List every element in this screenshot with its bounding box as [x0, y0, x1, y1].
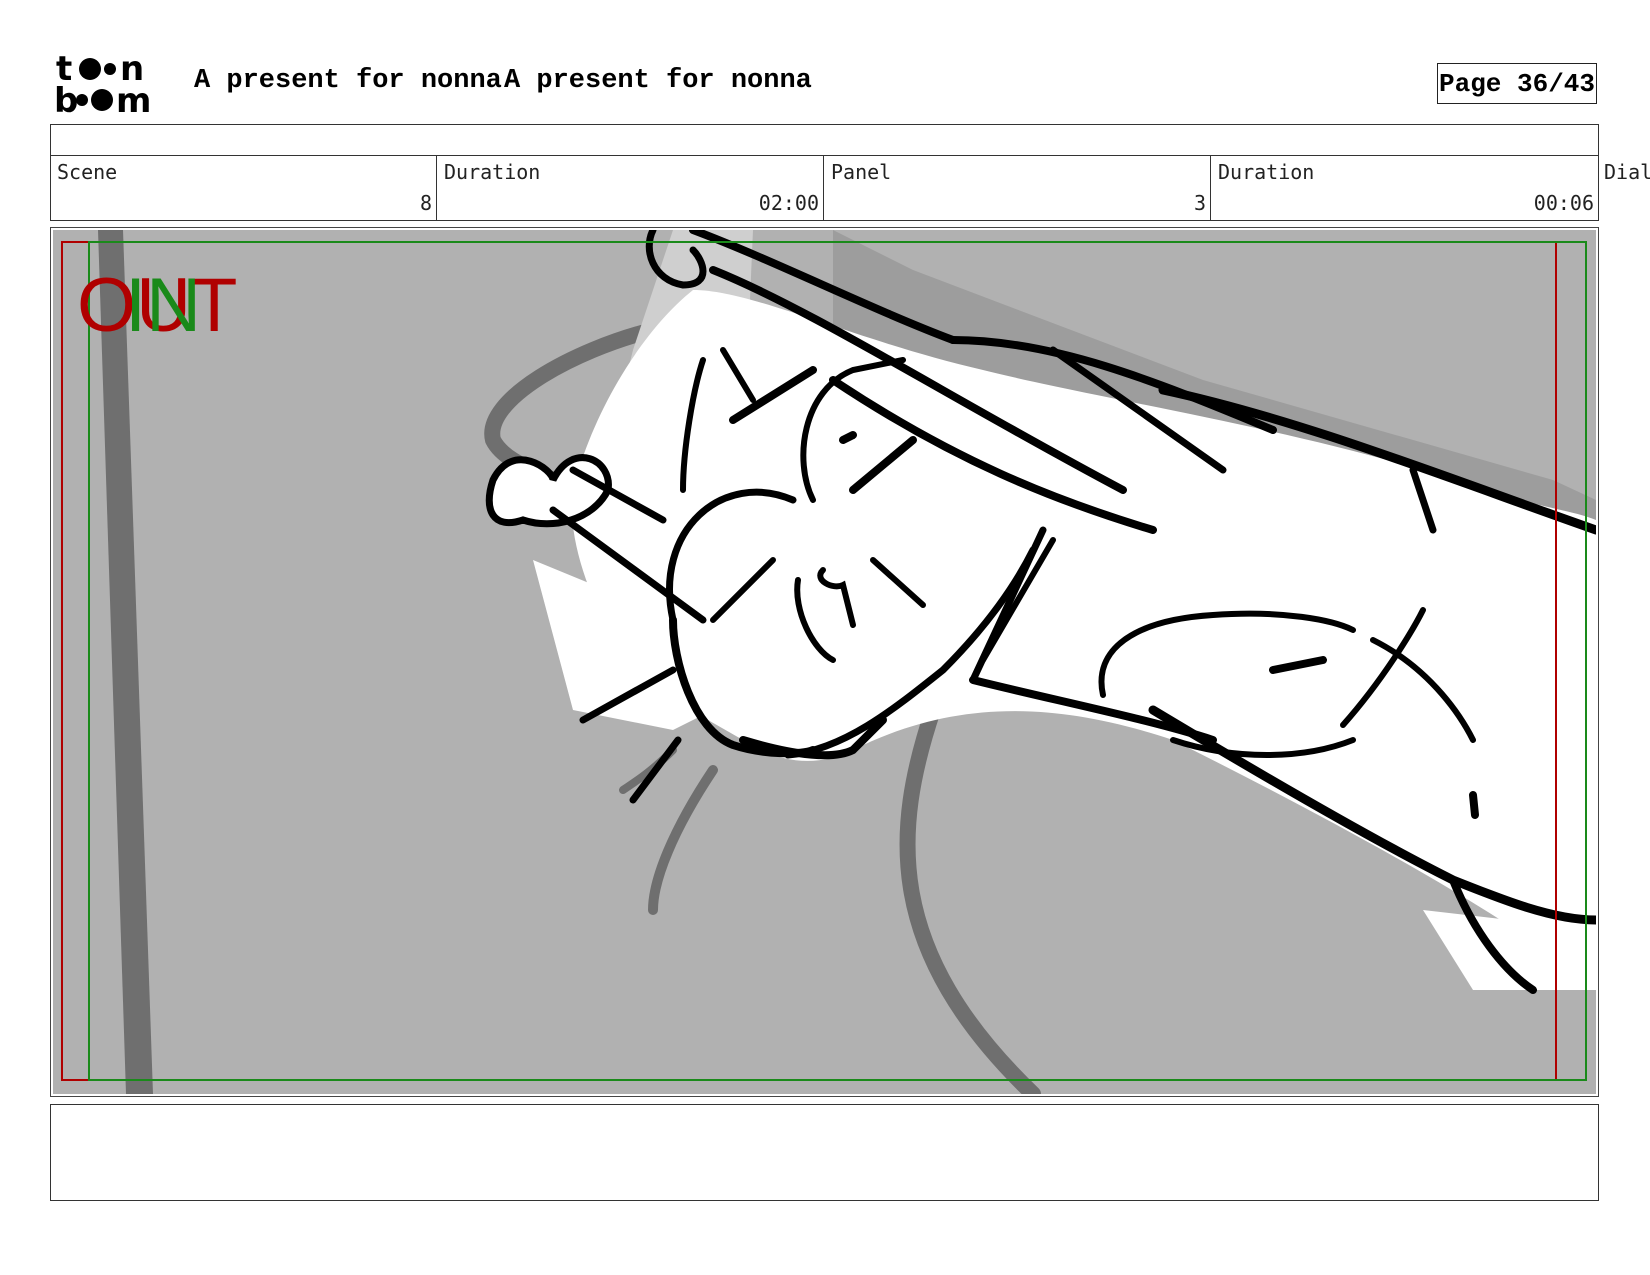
header-blank-row: [50, 124, 1599, 156]
toonboom-logo: t n b m: [54, 49, 170, 121]
scene-label: Scene: [57, 160, 118, 184]
panel-label: Panel: [831, 160, 892, 184]
page-indicator: Page 36/43: [1437, 63, 1597, 104]
storyboard-panel-image: OUT IN: [53, 222, 1601, 1102]
scene-duration-cell: Duration 02:00: [437, 156, 824, 221]
in-frame-label: IN: [125, 263, 201, 348]
svg-text:m: m: [116, 81, 151, 116]
panel-duration-value: 00:06: [1533, 191, 1594, 215]
panel-notes-box: [50, 1104, 1599, 1201]
scene-duration-label: Duration: [444, 160, 541, 184]
panel-cell: Panel 3: [824, 156, 1211, 221]
panel-duration-label: Duration: [1218, 160, 1315, 184]
svg-text:b: b: [54, 81, 78, 116]
panel-duration-cell: Duration 00:06: [1211, 156, 1599, 221]
page-label: Page 36/43: [1438, 68, 1596, 99]
scene-duration-value: 02:00: [758, 191, 819, 215]
panel-value: 3: [1193, 191, 1206, 215]
scene-value: 8: [419, 191, 432, 215]
episode-title: A present for nonna: [504, 66, 812, 96]
dialog-label: Dial: [1604, 160, 1650, 184]
project-title: A present for nonna: [194, 66, 502, 96]
scene-cell: Scene 8: [50, 156, 437, 221]
